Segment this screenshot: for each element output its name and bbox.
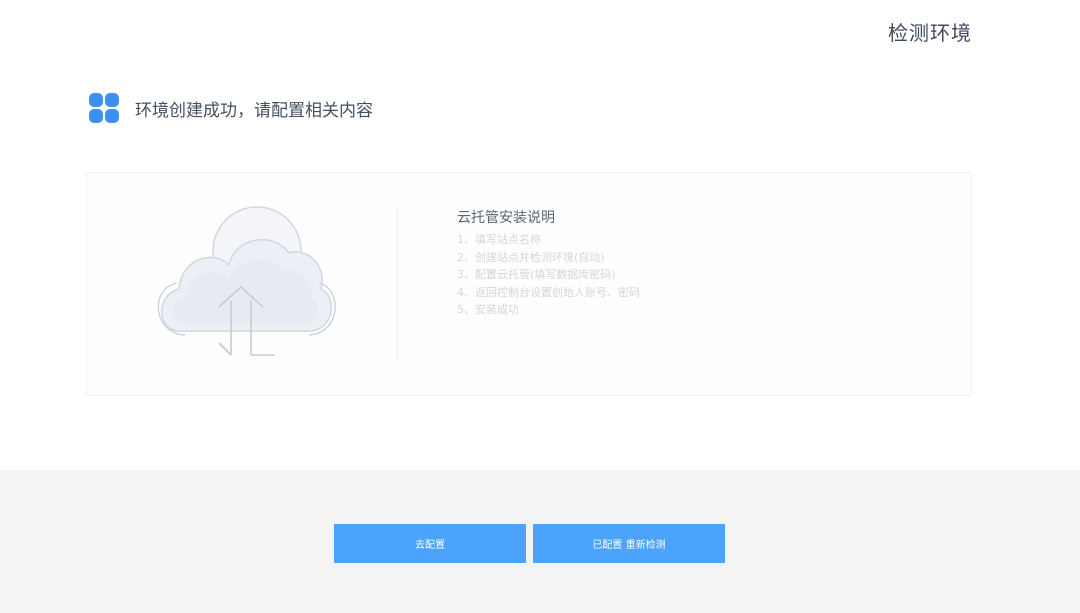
- app-grid-icon: [89, 93, 119, 123]
- footer-actions: 去配置 已配置 重新检测: [0, 470, 1080, 613]
- instructions-panel: 云托管安装说明 1、填写站点名称 2、创建站点并检测环境(自动) 3、配置云托管…: [457, 207, 640, 319]
- status-message: 环境创建成功，请配置相关内容: [135, 100, 373, 121]
- list-item: 4、返回控制台设置创始人账号、密码: [457, 285, 640, 299]
- list-item: 2、创建站点并检测环境(自动): [457, 250, 605, 264]
- cloud-upload-icon: [157, 206, 336, 356]
- instructions-card: 云托管安装说明 1、填写站点名称 2、创建站点并检测环境(自动) 3、配置云托管…: [86, 172, 972, 396]
- instructions-title: 云托管安装说明: [457, 210, 555, 226]
- configure-button[interactable]: 去配置: [334, 524, 526, 563]
- steps-list: 1、填写站点名称 2、创建站点并检测环境(自动) 3、配置云托管(填写数据库密码…: [457, 231, 640, 319]
- list-item: 3、配置云托管(填写数据库密码): [457, 268, 616, 281]
- main-content: 检测环境 环境创建成功，请配置相关内容 云托管安装说明 1、填写站点名称 2、创…: [0, 0, 1080, 470]
- card-divider: [397, 209, 398, 361]
- recheck-button[interactable]: 已配置 重新检测: [533, 524, 725, 563]
- list-item: 1、填写站点名称: [457, 233, 541, 246]
- list-item: 5、安装成功: [457, 303, 519, 316]
- status-row: 环境创建成功，请配置相关内容: [89, 92, 373, 124]
- page-title: 检测环境: [888, 21, 972, 45]
